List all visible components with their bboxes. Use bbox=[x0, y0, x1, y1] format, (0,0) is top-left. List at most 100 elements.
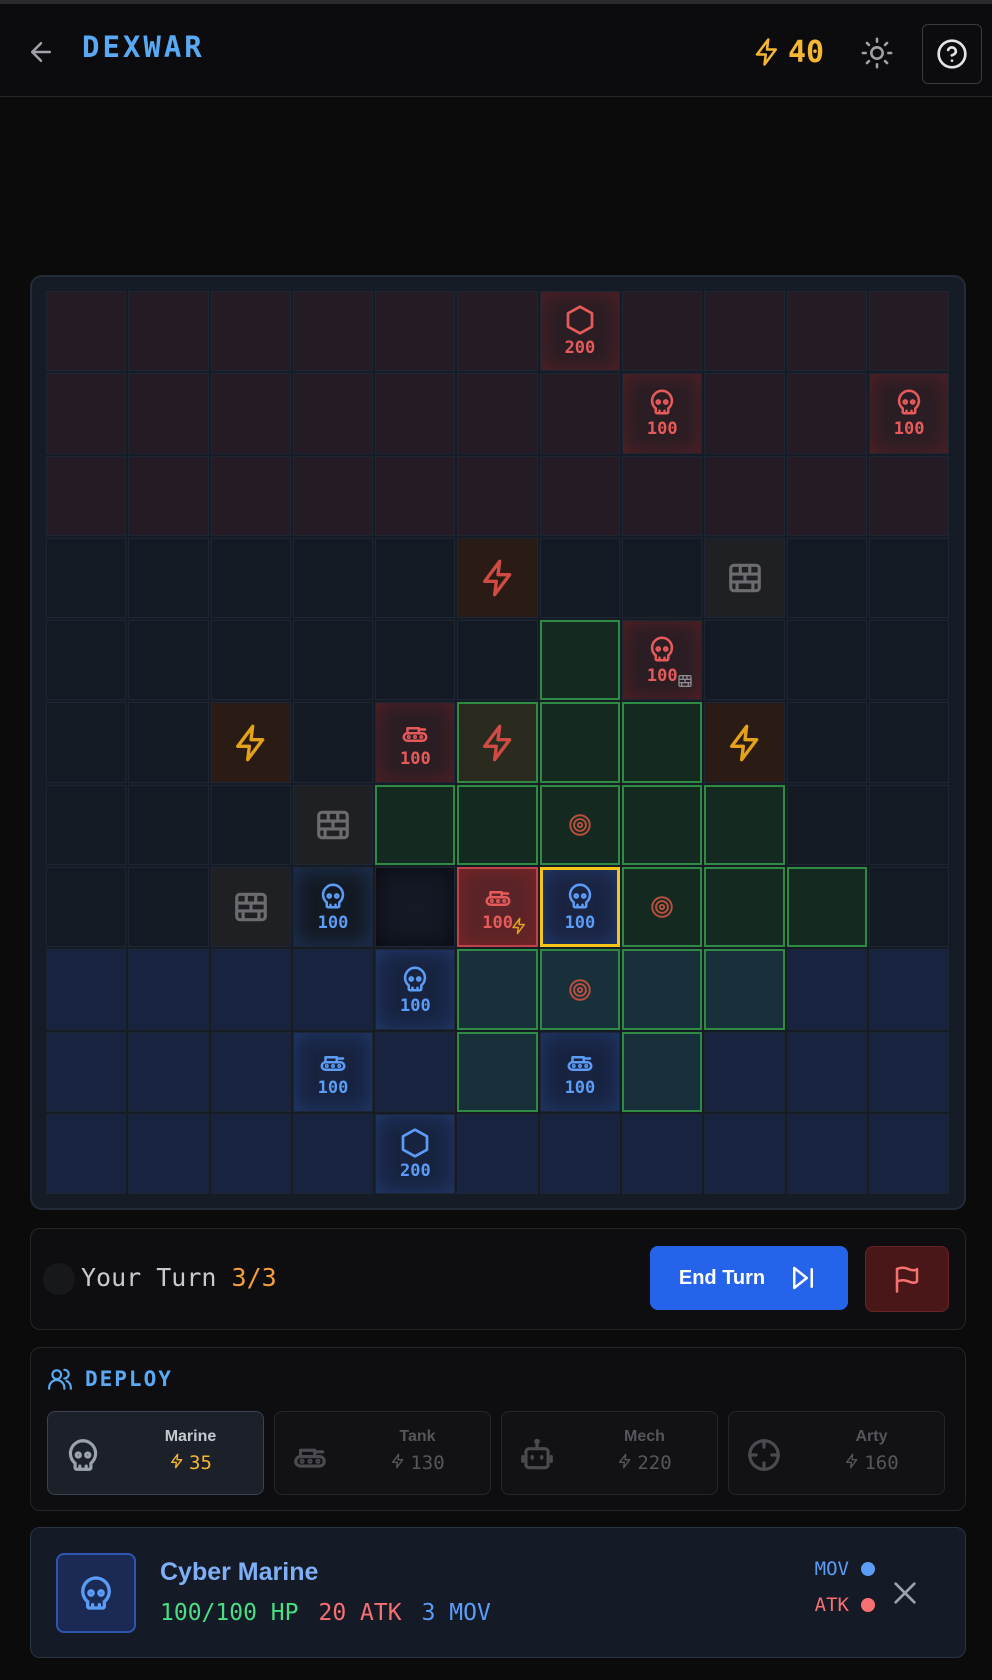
board-cell[interactable] bbox=[46, 291, 127, 372]
board-cell[interactable] bbox=[292, 455, 374, 536]
board-cell[interactable] bbox=[786, 373, 867, 454]
board-cell[interactable] bbox=[292, 1113, 374, 1195]
board-cell[interactable] bbox=[704, 949, 785, 1030]
player-tank[interactable]: 100 bbox=[292, 1031, 374, 1112]
board-cell[interactable] bbox=[704, 455, 785, 536]
board-cell[interactable] bbox=[210, 949, 291, 1030]
board-cell[interactable] bbox=[622, 537, 703, 619]
board-cell[interactable] bbox=[704, 784, 785, 866]
board-cell[interactable] bbox=[375, 784, 456, 866]
attack-target-cell[interactable] bbox=[539, 949, 621, 1030]
board-cell[interactable] bbox=[210, 537, 291, 619]
board-cell[interactable] bbox=[46, 455, 127, 536]
board-cell[interactable] bbox=[46, 373, 127, 454]
board-cell[interactable] bbox=[210, 291, 291, 372]
deploy-card-mech[interactable]: Mech 220 bbox=[501, 1411, 718, 1495]
board-cell[interactable] bbox=[128, 1031, 209, 1112]
player-marine[interactable]: 100 bbox=[292, 867, 374, 948]
enemy-tank[interactable]: 100 bbox=[457, 867, 538, 948]
board-cell[interactable] bbox=[210, 620, 291, 701]
board-cell[interactable] bbox=[210, 1031, 291, 1112]
energy-tile[interactable] bbox=[704, 702, 785, 783]
board-cell[interactable] bbox=[128, 784, 209, 866]
board-cell[interactable] bbox=[622, 1031, 703, 1112]
enemy-base[interactable]: 200 bbox=[539, 291, 621, 372]
board-cell[interactable] bbox=[457, 455, 538, 536]
board-cell[interactable] bbox=[704, 1113, 785, 1195]
board-cell[interactable] bbox=[786, 455, 867, 536]
board-cell[interactable] bbox=[292, 291, 374, 372]
wall-tile[interactable] bbox=[292, 784, 374, 866]
player-tank[interactable]: 100 bbox=[539, 1031, 621, 1112]
board-cell[interactable] bbox=[457, 291, 538, 372]
board-cell[interactable] bbox=[128, 949, 209, 1030]
board-cell[interactable] bbox=[210, 1113, 291, 1195]
board-cell[interactable] bbox=[375, 455, 456, 536]
attack-target-cell[interactable] bbox=[539, 784, 621, 866]
board-cell[interactable] bbox=[128, 620, 209, 701]
board-cell[interactable] bbox=[128, 1113, 209, 1195]
board-cell[interactable] bbox=[46, 867, 127, 948]
player-base[interactable]: 200 bbox=[375, 1113, 456, 1195]
board-cell[interactable] bbox=[868, 867, 950, 948]
board-cell[interactable] bbox=[539, 702, 621, 783]
board-cell[interactable] bbox=[622, 949, 703, 1030]
board-cell[interactable] bbox=[128, 867, 209, 948]
board-cell[interactable] bbox=[128, 537, 209, 619]
surrender-button[interactable] bbox=[865, 1246, 949, 1312]
board-cell[interactable] bbox=[622, 784, 703, 866]
enemy-marine[interactable]: 100 bbox=[622, 373, 703, 454]
board-cell[interactable] bbox=[704, 373, 785, 454]
board-cell[interactable] bbox=[46, 949, 127, 1030]
board-cell[interactable] bbox=[786, 1031, 867, 1112]
board-cell[interactable] bbox=[128, 291, 209, 372]
close-button[interactable] bbox=[889, 1577, 921, 1609]
board-cell[interactable] bbox=[539, 1113, 621, 1195]
board-cell[interactable] bbox=[46, 1031, 127, 1112]
board-cell[interactable] bbox=[292, 373, 374, 454]
board-cell[interactable] bbox=[868, 784, 950, 866]
board-cell[interactable] bbox=[128, 455, 209, 536]
board-cell[interactable] bbox=[375, 867, 456, 948]
board-cell[interactable] bbox=[868, 949, 950, 1030]
board-cell[interactable] bbox=[868, 702, 950, 783]
board-cell[interactable] bbox=[868, 1113, 950, 1195]
board-cell[interactable] bbox=[786, 620, 867, 701]
board-cell[interactable] bbox=[375, 1031, 456, 1112]
board-cell[interactable] bbox=[457, 620, 538, 701]
theme-toggle-button[interactable] bbox=[860, 36, 894, 70]
board-cell[interactable] bbox=[704, 1031, 785, 1112]
board-cell[interactable] bbox=[622, 291, 703, 372]
board-cell[interactable] bbox=[210, 455, 291, 536]
board-cell[interactable] bbox=[786, 784, 867, 866]
board-cell[interactable] bbox=[375, 291, 456, 372]
board-cell[interactable] bbox=[868, 620, 950, 701]
wall-tile[interactable] bbox=[704, 537, 785, 619]
attack-target-cell[interactable] bbox=[622, 867, 703, 948]
board-cell[interactable] bbox=[46, 784, 127, 866]
board-cell[interactable] bbox=[539, 455, 621, 536]
board-cell[interactable] bbox=[786, 949, 867, 1030]
board-cell[interactable] bbox=[868, 537, 950, 619]
board-cell[interactable] bbox=[457, 949, 538, 1030]
board-cell[interactable] bbox=[622, 455, 703, 536]
board-cell[interactable] bbox=[46, 1113, 127, 1195]
board-cell[interactable] bbox=[786, 867, 867, 948]
deploy-card-marine[interactable]: Marine 35 bbox=[47, 1411, 264, 1495]
help-button[interactable] bbox=[922, 24, 982, 84]
board-cell[interactable] bbox=[128, 373, 209, 454]
board-cell[interactable] bbox=[457, 1031, 538, 1112]
board-cell[interactable] bbox=[868, 1031, 950, 1112]
energy-tile[interactable] bbox=[457, 537, 538, 619]
board-cell[interactable] bbox=[622, 1113, 703, 1195]
board-cell[interactable] bbox=[46, 702, 127, 783]
board-cell[interactable] bbox=[292, 702, 374, 783]
board-cell[interactable] bbox=[704, 620, 785, 701]
board-cell[interactable] bbox=[210, 373, 291, 454]
board-cell[interactable] bbox=[786, 537, 867, 619]
board-cell[interactable] bbox=[457, 1113, 538, 1195]
energy-tile[interactable] bbox=[457, 702, 538, 783]
board-cell[interactable] bbox=[868, 291, 950, 372]
enemy-tank[interactable]: 100 bbox=[375, 702, 456, 783]
board-cell[interactable] bbox=[375, 620, 456, 701]
